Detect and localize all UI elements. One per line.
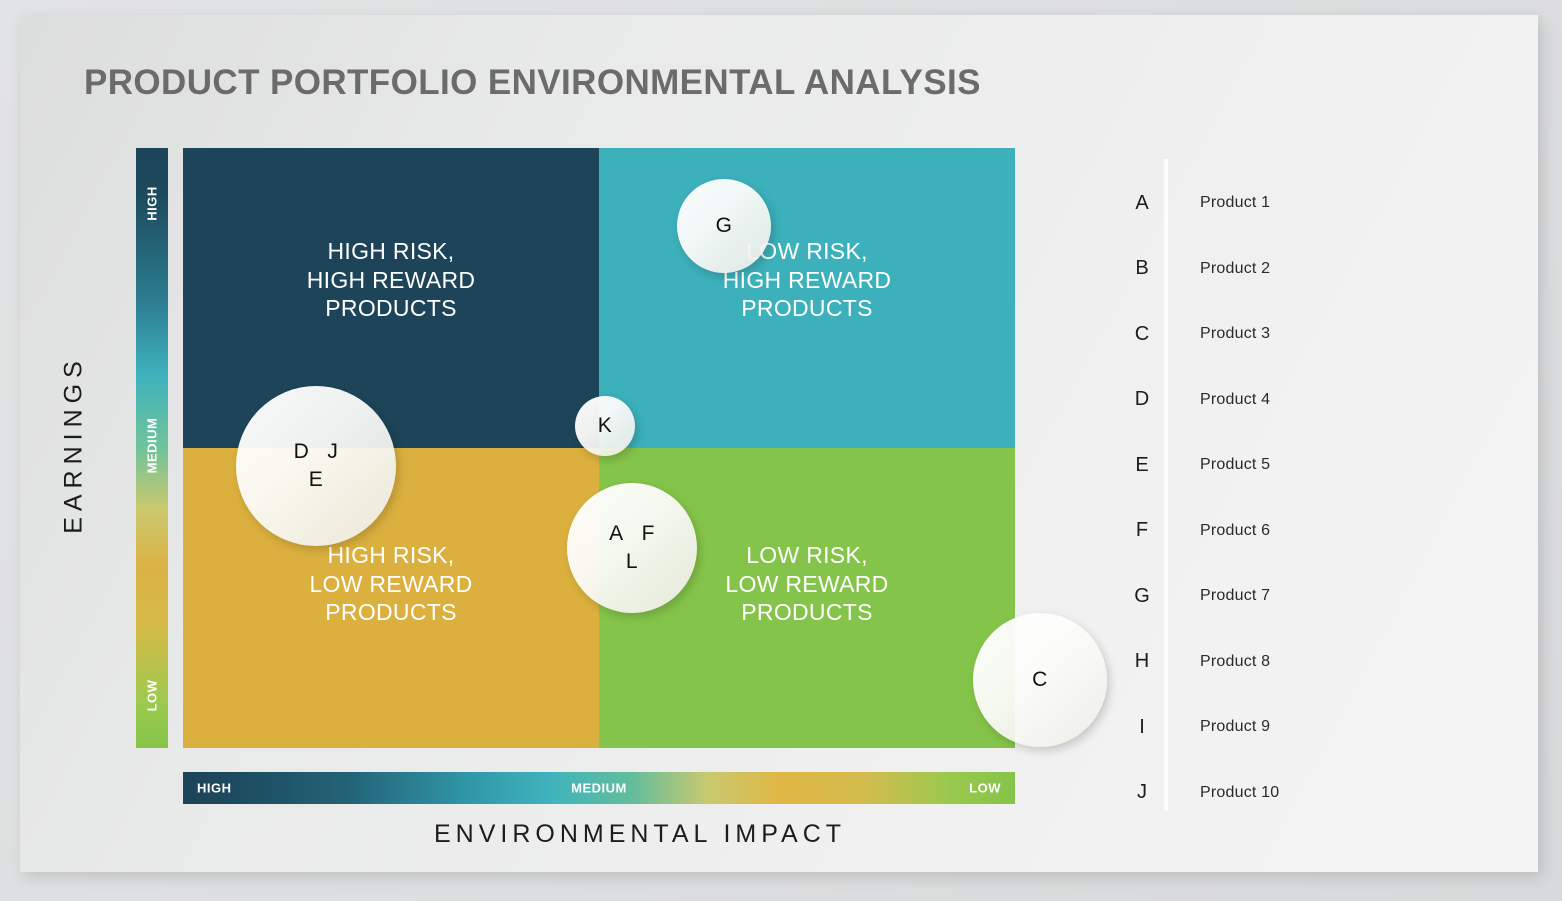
bubble-c[interactable]: C [973, 613, 1107, 747]
bubble-labels: C [973, 613, 1107, 747]
legend-product-name: Product 9 [1200, 718, 1270, 736]
y-scale-label-high: HIGH [145, 186, 160, 221]
x-scale-label-high: HIGH [197, 781, 232, 796]
bubble-labels: DJE [236, 386, 396, 546]
legend-row[interactable]: G Product 7 [1120, 583, 1460, 609]
legend-product-name: Product 8 [1200, 653, 1270, 671]
y-axis-gradient-scale: HIGH MEDIUM LOW [136, 148, 168, 748]
bubble-label: E [236, 464, 396, 492]
quadrant-low-risk-high-reward[interactable]: LOW RISK, HIGH REWARD PRODUCTS [599, 148, 1015, 448]
x-scale-label-low: LOW [969, 781, 1001, 796]
legend-key: C [1120, 323, 1164, 346]
legend-product-name: Product 1 [1200, 194, 1270, 212]
bubble-label: J [318, 440, 347, 464]
x-axis-gradient-scale: HIGH MEDIUM LOW [183, 772, 1015, 804]
legend-product-name: Product 10 [1200, 784, 1279, 802]
legend-row[interactable]: H Product 8 [1120, 649, 1460, 675]
bubble-labels: K [575, 396, 635, 456]
quadrant-label: LOW RISK, LOW REWARD PRODUCTS [725, 541, 888, 627]
legend-row[interactable]: A Product 1 [1120, 190, 1460, 216]
bubble-label: D [285, 440, 319, 464]
legend-key: B [1120, 257, 1164, 280]
y-scale-label-low: LOW [145, 680, 160, 712]
bubble-label: L [567, 546, 697, 574]
y-axis-title: EARNINGS [60, 345, 89, 545]
bubble-label: G [707, 214, 742, 238]
legend-product-name: Product 3 [1200, 325, 1270, 343]
legend-product-name: Product 2 [1200, 260, 1270, 278]
bubble-dje[interactable]: DJE [236, 386, 396, 546]
legend-key: E [1120, 454, 1164, 477]
legend-key: D [1120, 388, 1164, 411]
legend-row[interactable]: E Product 5 [1120, 452, 1460, 478]
bubble-labels: AFL [567, 483, 697, 613]
y-scale-label-medium: MEDIUM [145, 418, 160, 474]
bubble-label: A [600, 522, 633, 546]
legend-product-name: Product 6 [1200, 522, 1270, 540]
bubble-label: C [1023, 668, 1057, 692]
x-axis-title: ENVIRONMENTAL IMPACT [180, 820, 1100, 849]
legend-product-name: Product 7 [1200, 587, 1270, 605]
quadrant-label: HIGH RISK, HIGH REWARD PRODUCTS [307, 237, 476, 323]
legend-row[interactable]: B Product 2 [1120, 256, 1460, 282]
legend-product-name: Product 4 [1200, 391, 1270, 409]
bubble-g[interactable]: G [677, 179, 771, 273]
quadrant-matrix: HIGH RISK, HIGH REWARD PRODUCTS LOW RISK… [183, 148, 1015, 748]
legend-row[interactable]: F Product 6 [1120, 518, 1460, 544]
legend-row[interactable]: D Product 4 [1120, 387, 1460, 413]
x-scale-label-medium: MEDIUM [571, 781, 627, 796]
legend-row[interactable]: I Product 9 [1120, 714, 1460, 740]
legend-row[interactable]: J Product 10 [1120, 780, 1460, 806]
bubble-labels: G [677, 179, 771, 273]
legend-product-name: Product 5 [1200, 456, 1270, 474]
bubble-k[interactable]: K [575, 396, 635, 456]
legend-key: I [1120, 716, 1164, 739]
legend-key: A [1120, 192, 1164, 215]
page-title: PRODUCT PORTFOLIO ENVIRONMENTAL ANALYSIS [84, 63, 981, 103]
legend-key: H [1120, 650, 1164, 673]
bubble-label: F [633, 522, 664, 546]
legend-key: F [1120, 519, 1164, 542]
legend-key: G [1120, 585, 1164, 608]
analysis-card: PRODUCT PORTFOLIO ENVIRONMENTAL ANALYSIS… [20, 15, 1538, 872]
bubble-label: K [589, 414, 622, 438]
quadrant-label: HIGH RISK, LOW REWARD PRODUCTS [309, 541, 472, 627]
legend-key: J [1120, 781, 1164, 804]
legend: A Product 1 B Product 2 C Product 3 D Product 4… [1120, 155, 1460, 815]
legend-row[interactable]: C Product 3 [1120, 321, 1460, 347]
bubble-afl[interactable]: AFL [567, 483, 697, 613]
